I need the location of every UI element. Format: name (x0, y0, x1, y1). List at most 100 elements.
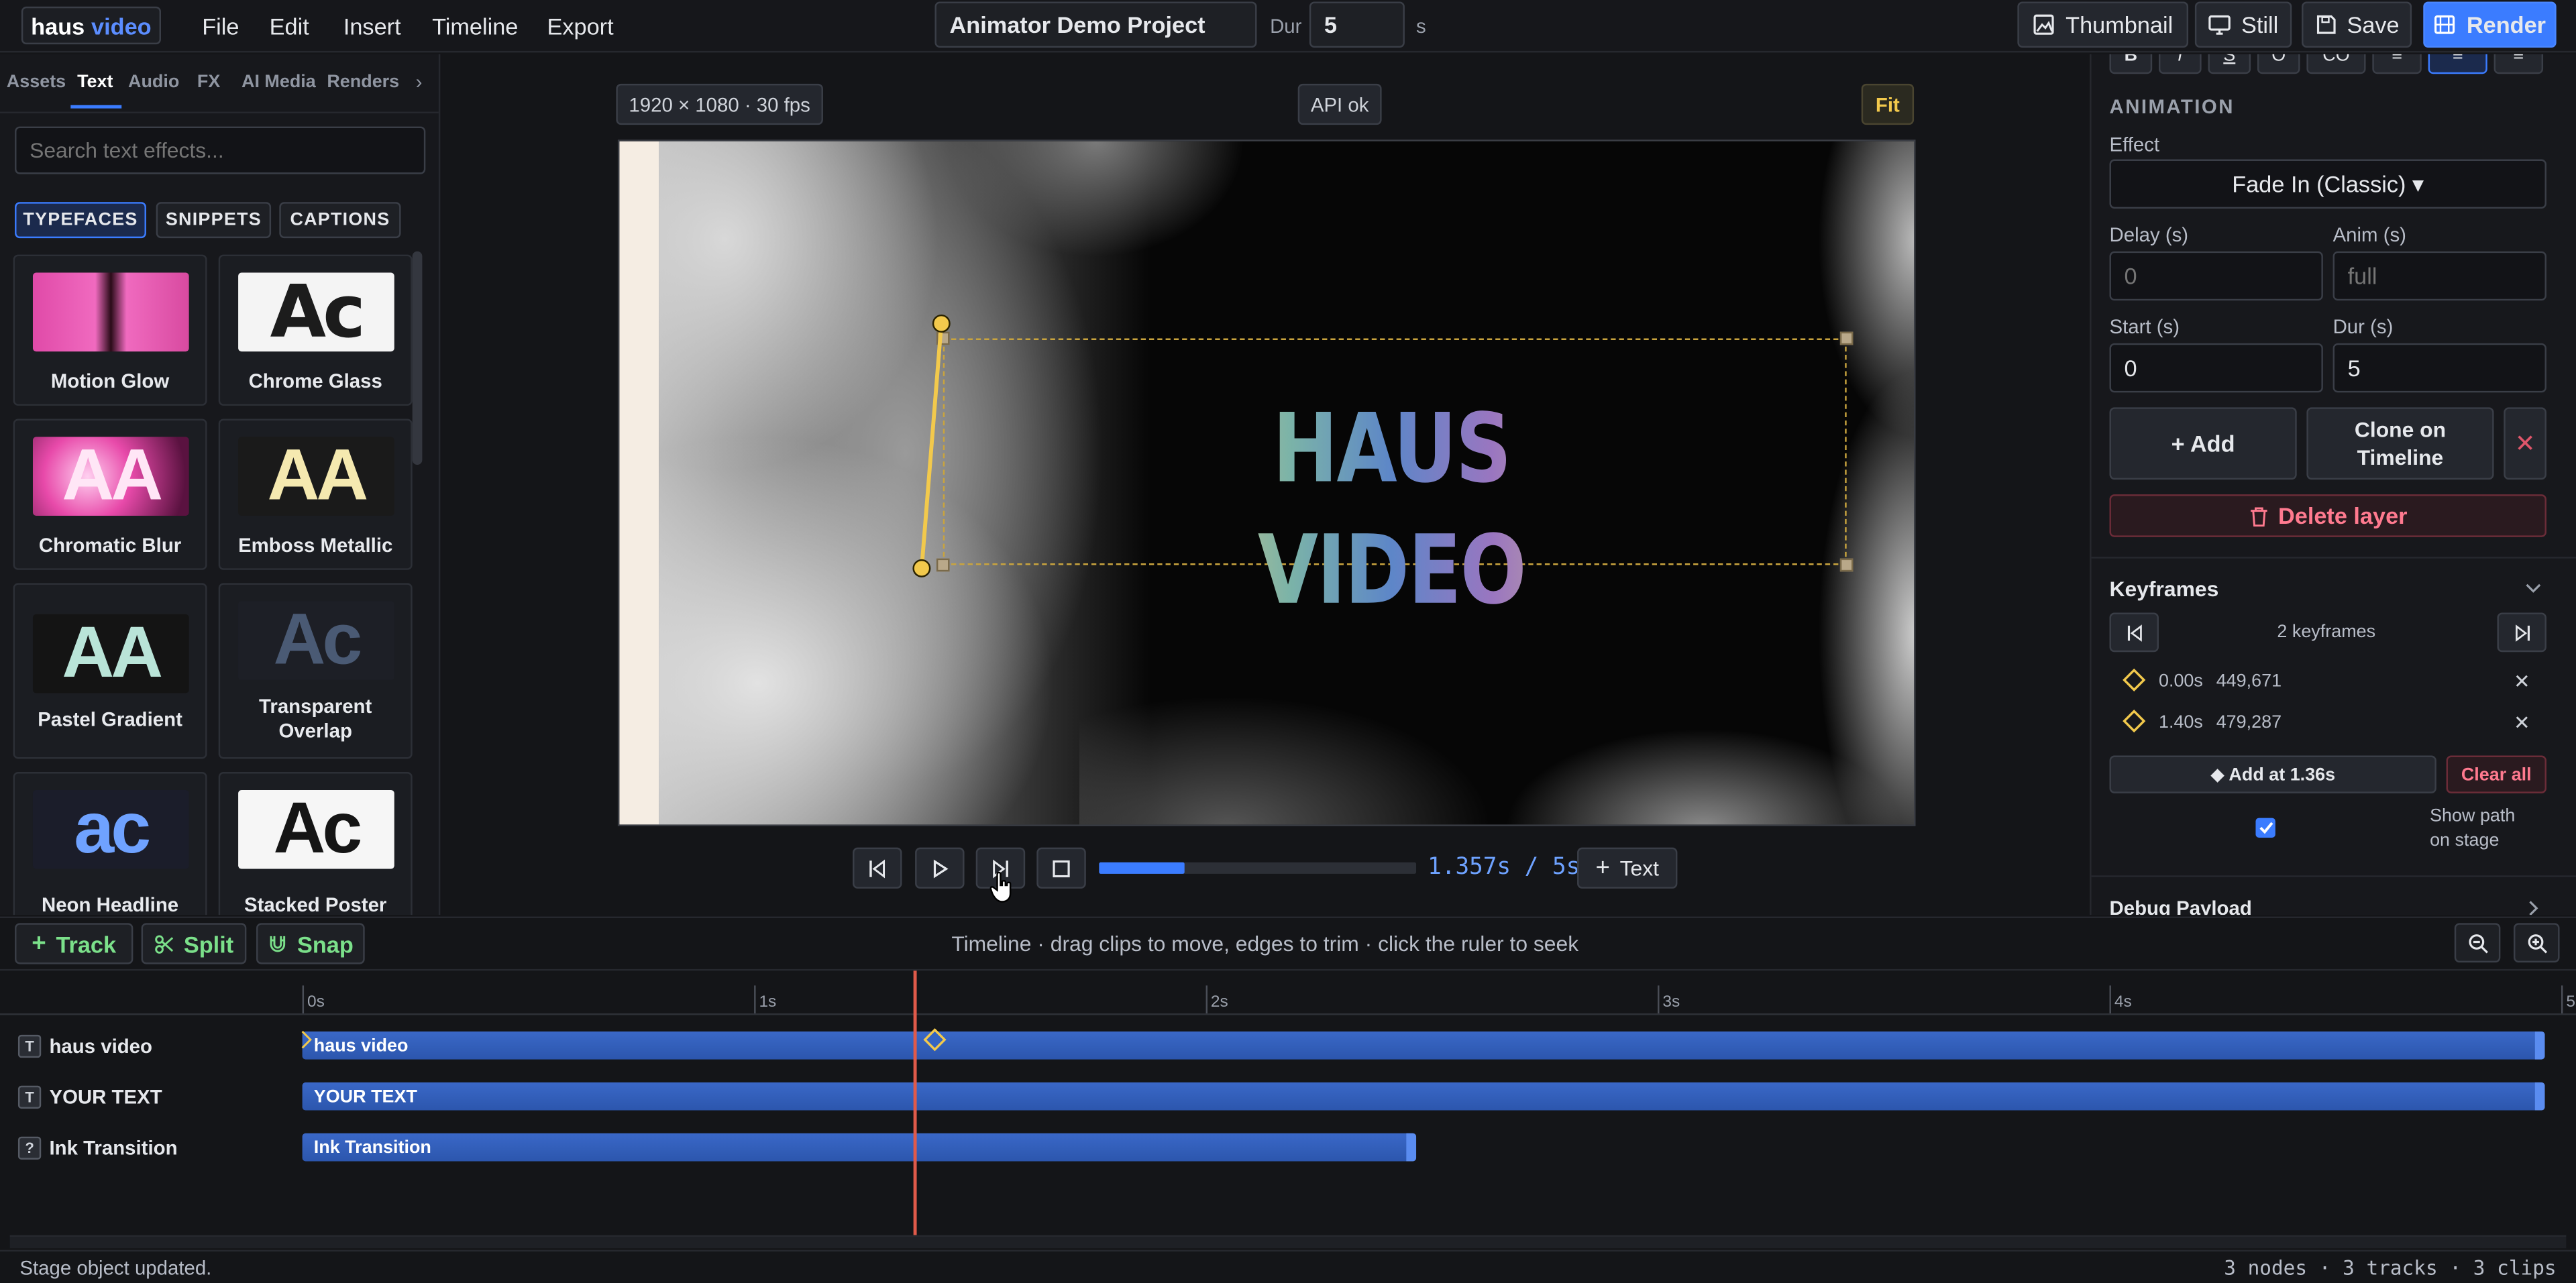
text-format-toolbar: B I S O CO ≡ ≡ ≡ (2109, 54, 2546, 74)
effect-tile-pastel-gradient[interactable]: AA Pastel Gradient (13, 583, 207, 759)
add-animation-label: + Add (2171, 430, 2235, 457)
subtab-typefaces[interactable]: TYPEFACES (15, 202, 146, 239)
tab-ai-media[interactable]: AI Media (241, 72, 316, 92)
clear-keyframes-button[interactable]: Clear all (2446, 755, 2546, 793)
strike-button[interactable]: O (2257, 54, 2300, 74)
snap-button[interactable]: Snap (256, 923, 365, 964)
effect-thumb: AA (32, 437, 189, 516)
ruler-tick (2561, 985, 2563, 1014)
add-track-button[interactable]: + Track (15, 923, 133, 964)
italic-button[interactable]: I (2158, 54, 2202, 74)
project-duration-input[interactable]: 5 (1309, 1, 1405, 48)
menu-edit[interactable]: Edit (270, 13, 309, 40)
menu-timeline[interactable]: Timeline (432, 13, 518, 40)
render-button[interactable]: Render (2423, 1, 2557, 48)
add-animation-button[interactable]: + Add (2109, 407, 2297, 480)
playhead[interactable] (914, 970, 917, 1235)
motion-path-point-start[interactable] (912, 559, 931, 577)
effect-label: Effect (2109, 133, 2160, 156)
project-name-input[interactable]: Animator Demo Project (934, 1, 1257, 48)
subtab-snippets[interactable]: SNIPPETS (156, 202, 272, 239)
dur-input[interactable]: 5 (2332, 343, 2546, 393)
bold-button[interactable]: B (2109, 54, 2153, 74)
keyframe-row[interactable]: 0.00s 449,671 ✕ (2110, 665, 2546, 698)
delay-input[interactable] (2109, 251, 2323, 301)
skip-back-button[interactable] (853, 847, 902, 889)
add-text-button[interactable]: + Text (1577, 847, 1678, 889)
effect-name: Emboss Metallic (238, 533, 393, 557)
align-right-button[interactable]: ≡ (2493, 54, 2544, 74)
clip-trim-handle[interactable] (2534, 1031, 2545, 1060)
effect-select[interactable]: Fade In (Classic) ▾ (2109, 159, 2546, 209)
keyframe-diamond-icon[interactable] (923, 1028, 947, 1052)
debug-payload-title[interactable]: Debug Payload (2110, 897, 2252, 915)
timeline-clip[interactable]: haus video (302, 1031, 2545, 1060)
clip-trim-handle[interactable] (1405, 1133, 1415, 1162)
plus-icon: + (32, 930, 46, 958)
search-input[interactable] (15, 126, 426, 174)
left-scrollbar[interactable] (412, 251, 423, 465)
delete-layer-button[interactable]: Delete layer (2109, 494, 2546, 537)
tab-audio[interactable]: Audio (128, 72, 179, 92)
keyframe-time: 0.00s (2158, 671, 2203, 692)
split-button[interactable]: Split (141, 923, 247, 964)
anim-input[interactable] (2332, 251, 2546, 301)
motion-path-point-end[interactable] (932, 314, 951, 333)
prev-keyframe-button[interactable] (2109, 612, 2159, 653)
remove-keyframe-icon[interactable]: ✕ (2514, 670, 2530, 693)
stage-title-text[interactable]: HAUS VIDEO (1189, 388, 1593, 630)
add-keyframe-button[interactable]: ◆ Add at 1.36s (2109, 755, 2436, 793)
effect-tile-chrome-glass[interactable]: Ac Chrome Glass (218, 254, 413, 406)
align-left-button[interactable]: ≡ (2372, 54, 2422, 74)
effect-tile-motion-glow[interactable]: Motion Glow (13, 254, 207, 406)
underline-button[interactable]: S (2208, 54, 2251, 74)
menu-export[interactable]: Export (547, 13, 614, 40)
effect-name: Pastel Gradient (38, 708, 182, 731)
play-button[interactable] (915, 847, 965, 889)
effect-tile-emboss-metallic[interactable]: AA Emboss Metallic (218, 419, 413, 570)
zoom-out-button[interactable] (2454, 923, 2501, 963)
tab-text[interactable]: Text (77, 72, 113, 92)
next-keyframe-button[interactable] (2497, 612, 2546, 653)
thumbnail-button[interactable]: Thumbnail (2017, 1, 2189, 48)
effect-tile-neon-headline[interactable]: ac Neon Headline (13, 772, 207, 915)
timeline-clip[interactable]: Ink Transition (302, 1133, 1415, 1162)
remove-animation-button[interactable]: ✕ (2504, 407, 2546, 480)
save-button[interactable]: Save (2302, 1, 2412, 48)
timeline-ruler[interactable]: 0s 1s 2s 3s 4s 5s (0, 970, 2576, 1015)
stop-button[interactable] (1036, 847, 1086, 889)
tab-renders[interactable]: Renders (327, 72, 399, 92)
still-button[interactable]: Still (2194, 1, 2292, 48)
clone-on-timeline-button[interactable]: Clone on Timeline (2306, 407, 2494, 480)
app-logo[interactable]: haus video (21, 6, 162, 45)
track-name[interactable]: haus video (49, 1035, 152, 1058)
clip-trim-handle[interactable] (2534, 1082, 2545, 1111)
timeline-clip[interactable]: YOUR TEXT (302, 1082, 2545, 1111)
remove-keyframe-icon[interactable]: ✕ (2514, 711, 2530, 734)
tab-fx[interactable]: FX (197, 72, 220, 92)
subtab-captions[interactable]: CAPTIONS (279, 202, 401, 239)
align-center-button[interactable]: ≡ (2428, 54, 2487, 74)
tab-assets[interactable]: Assets (7, 72, 66, 92)
show-path-checkbox[interactable] (2255, 818, 2275, 838)
zoom-in-button[interactable] (2513, 923, 2560, 963)
keyframe-row[interactable]: 1.40s 479,287 ✕ (2110, 706, 2546, 739)
stage-canvas[interactable]: HAUS VIDEO (617, 140, 1916, 826)
menu-insert[interactable]: Insert (343, 13, 401, 40)
fit-button[interactable]: Fit (1861, 83, 1915, 125)
timeline-hscroll[interactable] (9, 1235, 2567, 1249)
effect-name: Transparent Overlap (259, 694, 372, 742)
scrub-bar[interactable] (1099, 862, 1417, 874)
effect-name: Chrome Glass (248, 370, 382, 393)
effect-tile-transparent-overlap[interactable]: Ac Transparent Overlap (218, 583, 413, 759)
case-button[interactable]: CO (2306, 54, 2366, 74)
chevron-right-icon[interactable] (2528, 900, 2540, 915)
track-name[interactable]: YOUR TEXT (49, 1086, 162, 1109)
tabs-more-chevron[interactable]: › (416, 70, 423, 93)
effect-tile-chromatic-blur[interactable]: AA Chromatic Blur (13, 419, 207, 570)
chevron-down-icon[interactable] (2525, 583, 2541, 594)
track-name[interactable]: Ink Transition (49, 1137, 177, 1160)
start-input[interactable]: 0 (2109, 343, 2323, 393)
menu-file[interactable]: File (202, 13, 239, 40)
effect-tile-stacked-poster[interactable]: Ac Stacked Poster (218, 772, 413, 915)
